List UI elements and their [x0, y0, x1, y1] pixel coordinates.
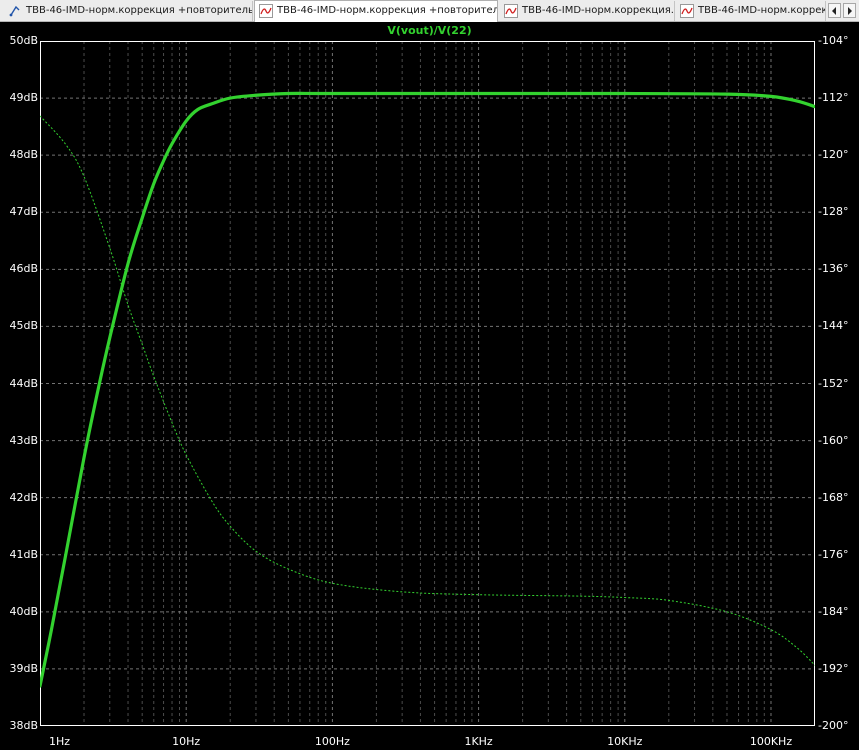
tab-label: TBB-46-IMD-норм.коррекция +повторитель.a… [277, 5, 497, 16]
left-axis-tick-label: 47dB [9, 205, 38, 219]
waveform-icon [504, 4, 518, 18]
x-axis-tick-label: 10KHz [607, 735, 643, 748]
x-axis-tick-label: 1Hz [48, 735, 70, 748]
left-axis-tick-label: 39dB [9, 661, 38, 675]
left-axis-tick-label: 45dB [9, 319, 38, 333]
left-axis-tick-label: 49dB [9, 91, 38, 105]
x-axis-tick-label: 100Hz [314, 735, 350, 748]
x-axis-tick-label: 100KHz [749, 735, 793, 748]
right-axis-tick-label: -192° [818, 661, 849, 675]
waveform-icon [259, 4, 273, 18]
right-axis-tick-label: -200° [818, 719, 849, 732]
plot-area[interactable] [40, 41, 815, 726]
right-axis-tick-label: -176° [818, 547, 849, 561]
tab-label: TBB-46-IMD-норм.коррекция +повторитель.a… [26, 5, 253, 16]
right-axis-tick-label: -184° [818, 604, 849, 618]
chevron-right-icon [848, 7, 852, 15]
tab-other[interactable]: TBB-46-IMD-норм.коррекци [676, 1, 826, 21]
right-axis-tick-label: -104° [818, 34, 849, 47]
tab-scroll-right-button[interactable] [843, 3, 856, 18]
left-axis-tick-label: 46dB [9, 262, 38, 276]
tab-fft[interactable]: TBB-46-IMD-норм.коррекция.fft [500, 1, 675, 21]
left-axis-tick-label: 43dB [9, 433, 38, 447]
tab-schematic[interactable]: TBB-46-IMD-норм.коррекция +повторитель.a… [4, 1, 253, 21]
trace-label[interactable]: V(vout)/V(22) [0, 24, 859, 37]
right-axis-tick-label: -136° [818, 262, 849, 276]
chevron-left-icon [832, 7, 836, 15]
tab-waveform-active[interactable]: TBB-46-IMD-норм.коррекция +повторитель.a… [254, 0, 498, 22]
waveform-icon [680, 4, 694, 18]
bode-plot[interactable] [40, 41, 815, 726]
left-axis-tick-label: 38dB [9, 719, 38, 732]
right-axis-tick-label: -144° [818, 319, 849, 333]
tab-bar: TBB-46-IMD-норм.коррекция +повторитель.a… [0, 0, 859, 22]
left-axis-tick-label: 40dB [9, 604, 38, 618]
right-axis-tick-label: -160° [818, 433, 849, 447]
left-axis-tick-label: 44dB [9, 376, 38, 390]
schematic-icon [9, 5, 20, 17]
left-axis-tick-label: 42dB [9, 490, 38, 504]
x-axis-tick-label: 10Hz [172, 735, 201, 748]
tab-scroll-left-button[interactable] [828, 3, 841, 18]
right-axis-tick-label: -168° [818, 490, 849, 504]
right-axis-tick-label: -128° [818, 205, 849, 219]
tab-label: TBB-46-IMD-норм.коррекци [698, 5, 825, 16]
right-axis-tick-label: -120° [818, 148, 849, 162]
right-axis-tick-label: -112° [818, 91, 849, 105]
right-axis-tick-label: -152° [818, 376, 849, 390]
left-axis-tick-label: 48dB [9, 148, 38, 162]
left-axis-tick-label: 41dB [9, 547, 38, 561]
x-axis-tick-label: 1KHz [464, 735, 493, 748]
tab-label: TBB-46-IMD-норм.коррекция.fft [522, 5, 675, 16]
left-axis-tick-label: 50dB [9, 34, 38, 47]
